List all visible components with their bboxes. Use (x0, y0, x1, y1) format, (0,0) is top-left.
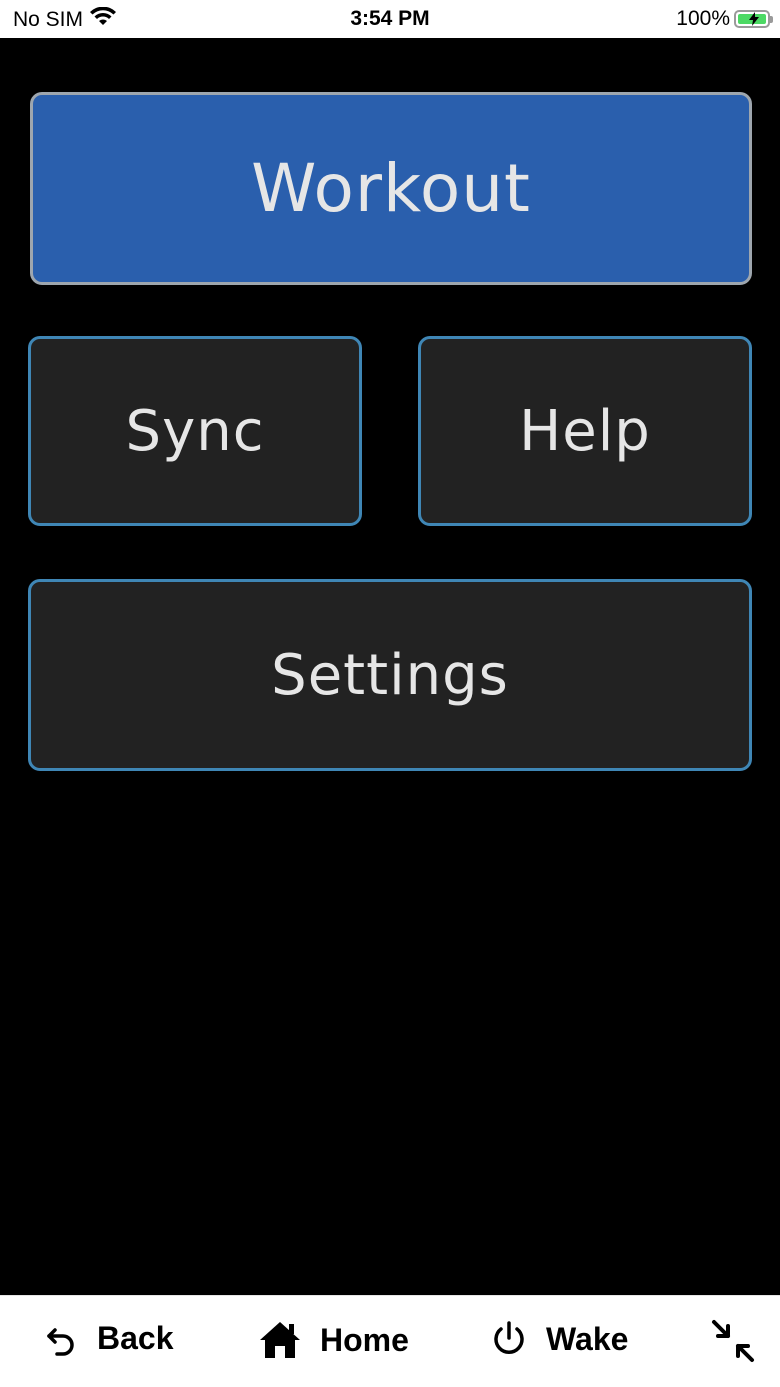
workout-label: Workout (251, 150, 531, 227)
workout-button[interactable]: Workout (30, 92, 752, 285)
sync-label: Sync (125, 398, 265, 464)
bottom-nav: Back Home Wake (0, 1295, 780, 1387)
status-time: 3:54 PM (350, 7, 430, 30)
collapse-button[interactable] (710, 1318, 756, 1364)
settings-label: Settings (271, 642, 509, 708)
status-right: 100% (676, 7, 773, 31)
settings-button[interactable]: Settings (28, 579, 752, 771)
back-label: Back (97, 1320, 174, 1356)
home-button[interactable]: Home (258, 1320, 409, 1360)
home-icon (258, 1320, 302, 1360)
help-button[interactable]: Help (418, 336, 752, 526)
sync-button[interactable]: Sync (28, 336, 362, 526)
wake-label: Wake (546, 1320, 629, 1357)
back-arrow-icon (43, 1321, 79, 1357)
collapse-icon (710, 1318, 756, 1364)
device-screen: Workout Sync Help Settings (0, 38, 780, 1295)
status-bar: No SIM 3:54 PM 100% (0, 0, 780, 38)
back-button[interactable]: Back (43, 1320, 174, 1357)
wake-button[interactable]: Wake (490, 1320, 628, 1358)
home-label: Home (320, 1321, 409, 1358)
power-icon (490, 1320, 528, 1358)
battery-charging-icon (734, 10, 773, 28)
help-label: Help (519, 398, 651, 464)
battery-percent: 100% (676, 7, 730, 30)
app-page: No SIM 3:54 PM 100% Workout Sync Help Se… (0, 0, 780, 1387)
